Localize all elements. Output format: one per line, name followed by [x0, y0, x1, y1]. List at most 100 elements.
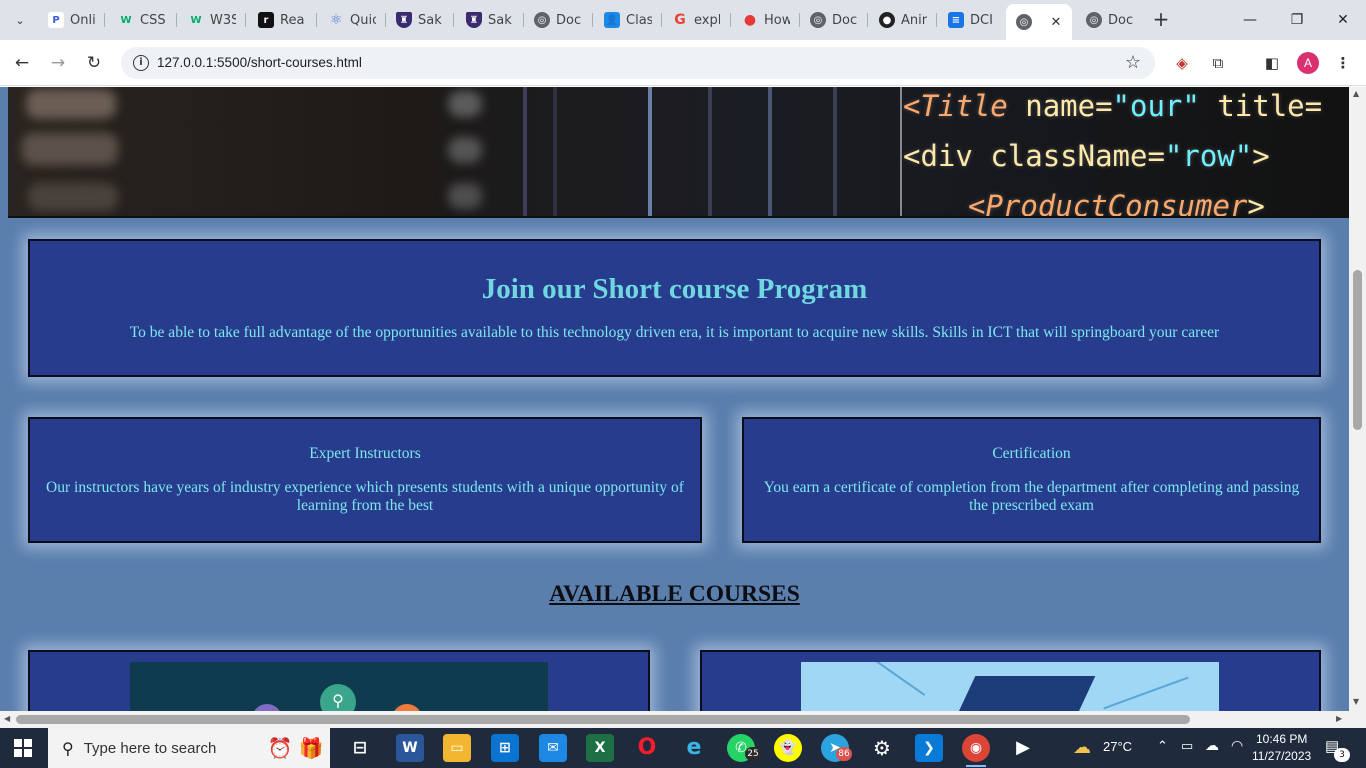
back-arrow-icon[interactable]: ← [10, 51, 34, 75]
task-view-icon[interactable]: ⊟ [346, 734, 374, 762]
tab-onli[interactable]: P Onli [48, 6, 100, 34]
available-courses-heading: AVAILABLE COURSES [549, 581, 800, 607]
tab-css[interactable]: W CSS [118, 6, 170, 34]
tab-search-dropdown-icon[interactable]: ⌄ [8, 8, 32, 32]
file-explorer-icon[interactable]: ▭ [443, 734, 471, 762]
tab-doc-3[interactable]: ◎ Doc [1086, 6, 1138, 34]
scroll-right-icon[interactable]: ▶ [1336, 714, 1342, 723]
scroll-up-icon[interactable]: ▲ [1353, 89, 1359, 98]
hero-banner-image: <Title name="our" title= <div className=… [8, 87, 1349, 218]
reload-icon[interactable]: ↻ [82, 51, 106, 75]
tab-clas[interactable]: 👤 Clas [604, 6, 656, 34]
snapchat-icon[interactable]: 👻 [774, 734, 802, 762]
laptop-graphic [956, 676, 1096, 711]
code-line-2: <div className="row"> [903, 139, 1270, 173]
tab-title: Sak [418, 12, 442, 28]
windows-start-icon[interactable] [14, 739, 32, 757]
clock-time[interactable]: 10:46 PM [1256, 732, 1307, 746]
join-program-title: Join our Short course Program [481, 273, 868, 305]
course-card[interactable] [700, 650, 1321, 711]
clock-date[interactable]: 11/27/2023 [1252, 749, 1311, 763]
tab-rea[interactable]: r Rea [258, 6, 310, 34]
code-line-1: <Title name="our" title= [903, 89, 1323, 123]
classroom-icon: 👤 [604, 12, 620, 28]
globe-icon: ◎ [1016, 14, 1032, 30]
extension-shield-icon[interactable]: ◈ [1170, 51, 1194, 75]
horizontal-scrollbar[interactable]: ◀ ▶ [0, 711, 1366, 728]
tab-quic[interactable]: ⚛ Quic [328, 6, 380, 34]
tab-doc-1[interactable]: ◎ Doc [534, 6, 586, 34]
close-window-button[interactable]: ✕ [1331, 8, 1355, 32]
code-line-3: <ProductConsumer> [968, 189, 1265, 218]
course-image [801, 662, 1219, 711]
tab-doc-2[interactable]: ◎ Doc [810, 6, 862, 34]
weather-icon[interactable]: ☁ [1068, 734, 1096, 762]
tab-how[interactable]: ● How [742, 6, 794, 34]
search-icon: ⚲ [62, 738, 74, 758]
feature-text: You earn a certificate of completion fro… [763, 479, 1300, 514]
tab-title: CSS [140, 12, 166, 28]
tab-anir[interactable]: ● Anir [879, 6, 931, 34]
notification-count: 3 [1334, 748, 1350, 762]
show-hidden-icons-icon[interactable]: ⌃ [1157, 738, 1168, 754]
scroll-down-icon[interactable]: ▼ [1353, 697, 1359, 706]
p-logo-icon: P [48, 12, 64, 28]
feature-title: Expert Instructors [309, 445, 421, 462]
tab-title: Anir [901, 12, 927, 28]
tab-active-short-courses[interactable]: ◎ ✕ [1006, 4, 1072, 40]
feature-card-certification: Certification You earn a certificate of … [742, 417, 1321, 543]
address-bar[interactable]: i 127.0.0.1:5500/short-courses.html ☆ [121, 47, 1155, 79]
word-icon[interactable]: W [396, 734, 424, 762]
tab-title: W3S [210, 12, 236, 28]
tab-dci[interactable]: ≡ DCI [948, 6, 1000, 34]
new-tab-button[interactable]: + [1150, 9, 1172, 31]
vertical-scrollbar[interactable]: ▲ ▼ [1349, 87, 1366, 711]
url-text[interactable]: 127.0.0.1:5500/short-courses.html [157, 55, 362, 70]
tab-title: Doc [1108, 12, 1134, 28]
vscode-icon[interactable]: ❯ [915, 734, 943, 762]
opera-icon[interactable]: O [633, 734, 661, 762]
excel-icon[interactable]: X [586, 734, 614, 762]
tab-w3s[interactable]: W W3S [188, 6, 240, 34]
maximize-button[interactable]: ❐ [1285, 8, 1309, 32]
course-card[interactable]: ⚲ [28, 650, 650, 711]
tab-title: expl [694, 12, 720, 28]
onedrive-cloud-icon[interactable]: ☁ [1205, 737, 1219, 754]
menu-kebab-icon[interactable]: ⋮ [1331, 51, 1355, 75]
course-image: ⚲ [130, 662, 548, 711]
bookmark-star-icon[interactable]: ☆ [1125, 52, 1141, 73]
search-placeholder: Type here to search [83, 739, 217, 757]
mail-icon[interactable]: ✉ [539, 734, 567, 762]
media-player-icon[interactable]: ▶ [1009, 734, 1037, 762]
chrome-icon[interactable]: ◉ [962, 734, 990, 767]
side-panel-icon[interactable]: ◧ [1260, 51, 1284, 75]
close-tab-icon[interactable]: ✕ [1048, 14, 1064, 30]
microsoft-store-icon[interactable]: ⊞ [491, 734, 519, 762]
tab-sak-2[interactable]: ♜ Sak [466, 6, 518, 34]
docs-icon: ≡ [948, 12, 964, 28]
gift-icon[interactable]: 🎁 [297, 734, 325, 762]
settings-gear-icon[interactable]: ⚙ [868, 734, 896, 762]
feature-card-expert-instructors: Expert Instructors Our instructors have … [28, 417, 702, 543]
join-program-text: To be able to take full advantage of the… [129, 324, 1220, 341]
temperature-text: 27°C [1103, 739, 1133, 754]
profile-avatar[interactable]: A [1297, 52, 1319, 74]
tab-title: Doc [556, 12, 582, 28]
scroll-left-icon[interactable]: ◀ [4, 714, 10, 723]
extensions-puzzle-icon[interactable]: ⧉ [1206, 51, 1230, 75]
wifi-icon[interactable]: ◠ [1231, 737, 1243, 754]
minimize-button[interactable]: — [1238, 8, 1262, 32]
globe-icon: ◎ [534, 12, 550, 28]
site-info-icon[interactable]: i [133, 55, 149, 71]
horizontal-scroll-thumb[interactable] [16, 715, 1190, 724]
w3schools-icon: W [190, 14, 202, 26]
tab-title: Rea [280, 12, 305, 28]
battery-icon[interactable]: ▭ [1181, 738, 1193, 754]
github-icon: ● [879, 12, 895, 28]
tab-expl[interactable]: G expl [672, 6, 724, 34]
edge-icon[interactable]: e [680, 734, 708, 762]
forward-arrow-icon[interactable]: → [46, 51, 70, 75]
tab-sak-1[interactable]: ♜ Sak [396, 6, 448, 34]
alarm-clock-icon[interactable]: ⏰ [266, 734, 294, 762]
vertical-scroll-thumb[interactable] [1353, 270, 1362, 430]
